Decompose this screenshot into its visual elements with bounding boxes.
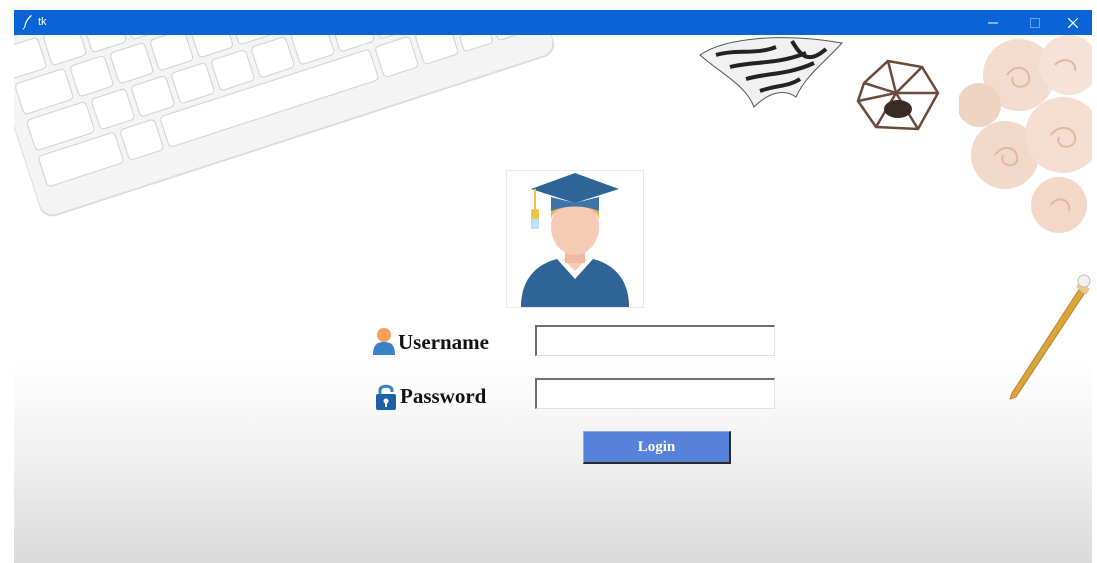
maximize-icon: [1030, 17, 1040, 28]
geometric-ornament-image: [856, 59, 940, 131]
window-title: tk: [38, 16, 47, 28]
roses-image: [959, 35, 1092, 233]
login-background: Username Password Login: [14, 35, 1092, 563]
avatar-frame: [506, 170, 644, 308]
gold-pen-image: [1009, 274, 1091, 400]
password-input[interactable]: [535, 378, 775, 409]
zebra-tray-image: [699, 37, 843, 108]
graduate-student-icon: [521, 173, 629, 307]
minimize-icon: [988, 22, 998, 23]
user-icon: [373, 328, 395, 355]
minimize-button[interactable]: [970, 10, 1016, 35]
username-label: Username: [398, 330, 489, 354]
password-label: Password: [400, 384, 487, 408]
padlock-icon: [376, 384, 396, 410]
keyboard-image: [14, 35, 555, 217]
feather-icon: [22, 15, 32, 30]
login-button[interactable]: Login: [583, 431, 731, 464]
close-button[interactable]: [1050, 10, 1092, 35]
close-icon: [1068, 17, 1078, 28]
app-window: tk Username Password Login: [14, 10, 1092, 563]
username-input[interactable]: [535, 325, 775, 356]
title-bar[interactable]: tk: [14, 10, 1092, 35]
